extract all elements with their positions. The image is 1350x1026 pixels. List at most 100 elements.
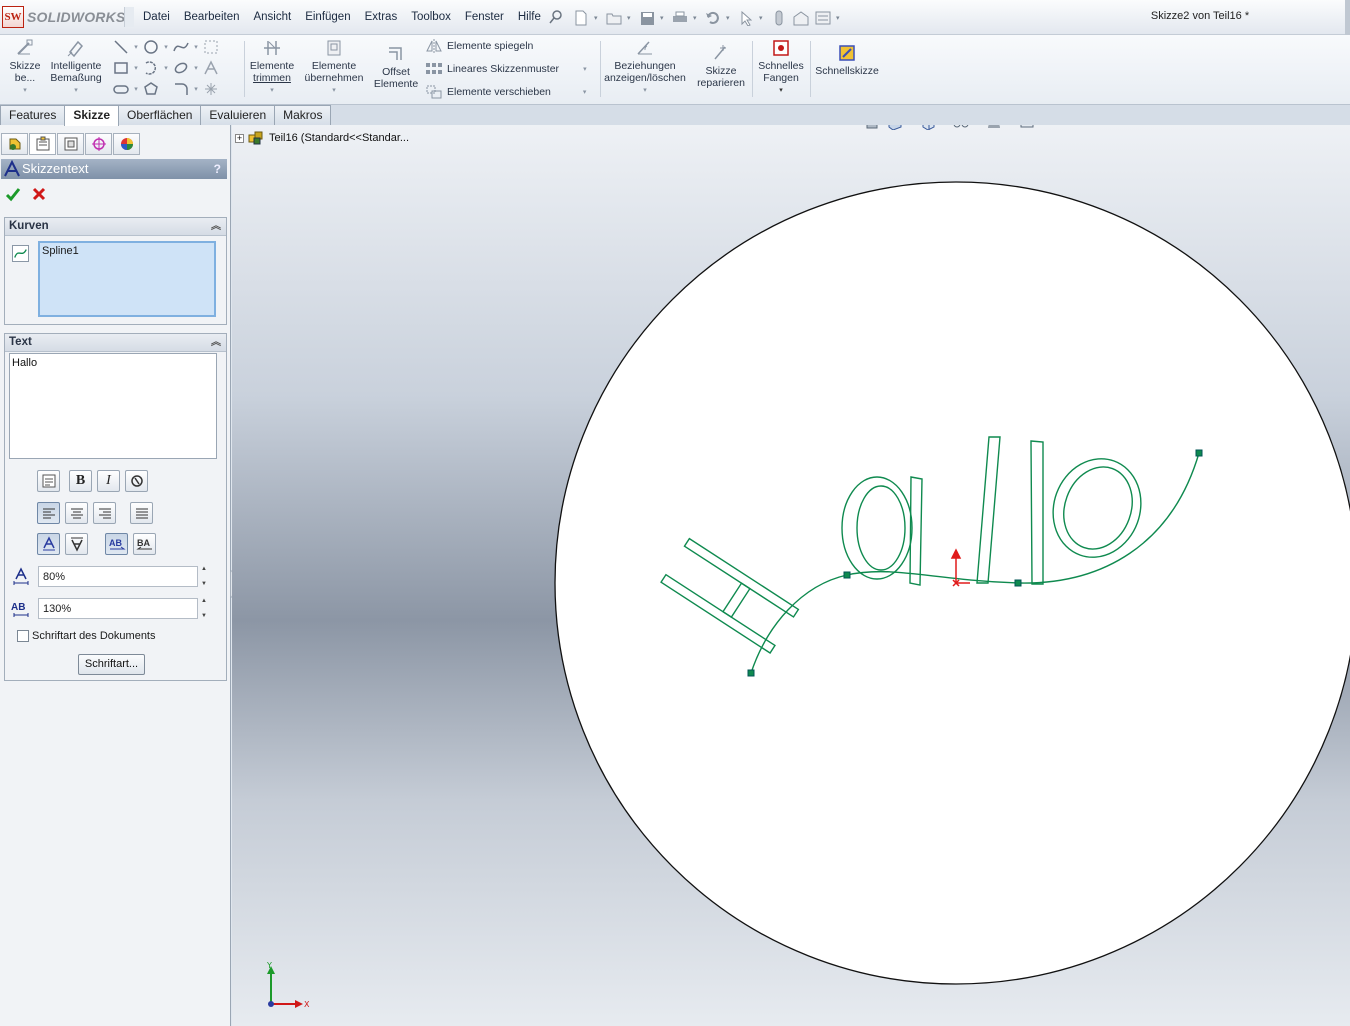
linear-pattern-dropdown-icon[interactable]: ▾	[583, 65, 587, 73]
rapid-sketch-button[interactable]: Schnellskizze	[814, 35, 880, 77]
tab-oberflaechen[interactable]: Oberflächen	[118, 105, 202, 125]
smart-dimension-button[interactable]: Intelligente Bemaßung ▾	[47, 35, 105, 97]
collapse-chevron-icon[interactable]: ︽	[211, 218, 221, 235]
spline-point[interactable]	[747, 669, 755, 677]
slot-dropdown-icon[interactable]: ▾	[132, 85, 140, 93]
undo-icon[interactable]	[704, 9, 722, 27]
ellipse-dropdown-icon[interactable]: ▾	[192, 64, 200, 72]
text-group-header[interactable]: Text ︽	[5, 334, 226, 352]
convert-dropdown-icon[interactable]: ▾	[302, 85, 366, 97]
line-icon[interactable]	[112, 38, 130, 56]
polygon-tool-icon[interactable]	[142, 80, 160, 98]
trim-entities-button[interactable]: Elemente trimmen ▾	[246, 35, 298, 97]
ellipse-tool-icon[interactable]	[172, 59, 190, 77]
document-font-row[interactable]: Schriftart des Dokuments	[17, 630, 156, 642]
curves-selection-box[interactable]: Spline1	[38, 241, 216, 317]
sketch-circle[interactable]	[554, 181, 1350, 985]
relations-dropdown-icon[interactable]: ▾	[602, 85, 688, 97]
rectangle-dropdown-icon[interactable]: ▾	[132, 64, 140, 72]
rebuild-icon[interactable]	[770, 9, 788, 27]
hide-show-dropdown-icon[interactable]: ▾	[974, 125, 981, 126]
section-view-icon[interactable]	[885, 125, 905, 131]
display-relations-button[interactable]: Beziehungen anzeigen/löschen ▾	[602, 35, 688, 97]
convert-entities-button[interactable]: Elemente übernehmen ▾	[302, 35, 366, 97]
view-orientation-dropdown-icon[interactable]: ▾	[908, 125, 915, 126]
appearance-icon[interactable]	[984, 125, 1004, 131]
flip-vertical-icon[interactable]	[65, 533, 88, 555]
tab-makros[interactable]: Makros	[274, 105, 332, 125]
solidworks-logo[interactable]: SW SOLIDWORKS	[2, 5, 125, 29]
spline-point[interactable]	[1014, 579, 1022, 587]
menu-datei[interactable]: Datei	[136, 9, 177, 26]
configuration-manager-tab-icon[interactable]	[57, 133, 84, 155]
save-icon[interactable]	[638, 9, 656, 27]
spline-tool-icon[interactable]	[172, 38, 190, 56]
spline-dropdown-icon[interactable]: ▾	[192, 43, 200, 51]
flip-horizontal-icon[interactable]: BA	[133, 533, 156, 555]
spin-up-icon[interactable]: ▲	[201, 598, 210, 604]
appearance-dropdown-icon[interactable]: ▾	[1007, 125, 1014, 126]
spacing-input[interactable]	[38, 598, 198, 619]
rotate-text-icon[interactable]	[125, 470, 148, 492]
linear-pattern-button[interactable]: Lineares Skizzenmuster ▾	[425, 61, 587, 77]
menu-expand-arrow[interactable]	[124, 7, 134, 27]
quick-snaps-dropdown-icon[interactable]: ▾	[755, 85, 807, 97]
document-font-checkbox[interactable]	[17, 630, 29, 642]
rectangle-tool-icon[interactable]	[112, 59, 130, 77]
menu-extras[interactable]: Extras	[358, 9, 405, 26]
menu-hilfe[interactable]: Hilfe	[511, 9, 548, 26]
arc-dropdown-icon[interactable]: ▾	[162, 64, 170, 72]
collapse-chevron-icon[interactable]: ︽	[211, 334, 221, 351]
view-settings-dropdown-icon[interactable]: ▾	[1040, 125, 1047, 126]
fillet-tool-icon[interactable]	[172, 80, 190, 98]
sketch-canvas[interactable]	[232, 125, 1350, 1026]
menu-ansicht[interactable]: Ansicht	[246, 9, 298, 26]
undo-dropdown-icon[interactable]: ▾	[726, 14, 733, 22]
selected-curve-item[interactable]: Spline1	[42, 245, 212, 257]
graphics-area[interactable]: + Teil16 (Standard<<Standar...	[232, 125, 1350, 1026]
offset-entities-button[interactable]: Offset Elemente	[370, 35, 422, 90]
width-factor-spinner[interactable]: ▲ ▼	[198, 566, 210, 587]
spacing-spinner[interactable]: ▲ ▼	[198, 598, 210, 619]
spline-point[interactable]	[1195, 449, 1203, 457]
dimxpert-tab-icon[interactable]	[85, 133, 112, 155]
pin-icon[interactable]	[548, 9, 564, 25]
ok-check-icon[interactable]	[4, 185, 22, 203]
spin-down-icon[interactable]: ▼	[201, 581, 210, 587]
tab-features[interactable]: Features	[0, 105, 66, 125]
save-dropdown-icon[interactable]: ▾	[660, 14, 667, 22]
cancel-x-icon[interactable]	[30, 185, 48, 203]
sketch-text-input[interactable]	[9, 353, 217, 459]
display-manager-tab-icon[interactable]	[113, 133, 140, 155]
edit-sketch-button[interactable]: Skizze be... ▾	[6, 35, 44, 97]
options-dropdown-icon[interactable]: ▾	[836, 14, 843, 22]
select-dropdown-icon[interactable]: ▾	[759, 14, 766, 22]
menu-bearbeiten[interactable]: Bearbeiten	[177, 9, 247, 26]
bold-button[interactable]: B	[69, 470, 92, 492]
construction-grid-icon[interactable]	[202, 38, 220, 56]
repair-sketch-button[interactable]: Skizze reparieren	[694, 35, 748, 89]
smart-dimension-dropdown-icon[interactable]: ▾	[47, 85, 105, 97]
point-tool-icon[interactable]	[202, 80, 220, 98]
previous-view-icon[interactable]	[862, 125, 882, 131]
property-manager-tab-icon[interactable]	[29, 133, 56, 155]
file-properties-icon[interactable]	[792, 9, 810, 27]
align-left-icon[interactable]	[37, 502, 60, 524]
menu-fenster[interactable]: Fenster	[458, 9, 511, 26]
align-right-icon[interactable]	[93, 502, 116, 524]
print-icon[interactable]	[671, 9, 689, 27]
options-icon[interactable]	[814, 9, 832, 27]
arc-tool-icon[interactable]	[142, 59, 160, 77]
help-icon[interactable]: ?	[214, 159, 221, 179]
print-dropdown-icon[interactable]: ▾	[693, 14, 700, 22]
align-center-icon[interactable]	[65, 502, 88, 524]
open-folder-icon[interactable]	[605, 9, 623, 27]
new-document-icon[interactable]	[572, 9, 590, 27]
mirror-entities-button[interactable]: Elemente spiegeln	[425, 38, 533, 54]
link-property-icon[interactable]	[37, 470, 60, 492]
edit-sketch-dropdown-icon[interactable]: ▾	[6, 85, 44, 97]
trim-dropdown-icon[interactable]: ▾	[246, 85, 298, 97]
hide-show-items-icon[interactable]	[951, 125, 971, 131]
slot-tool-icon[interactable]	[112, 80, 130, 98]
italic-button[interactable]: I	[97, 470, 120, 492]
